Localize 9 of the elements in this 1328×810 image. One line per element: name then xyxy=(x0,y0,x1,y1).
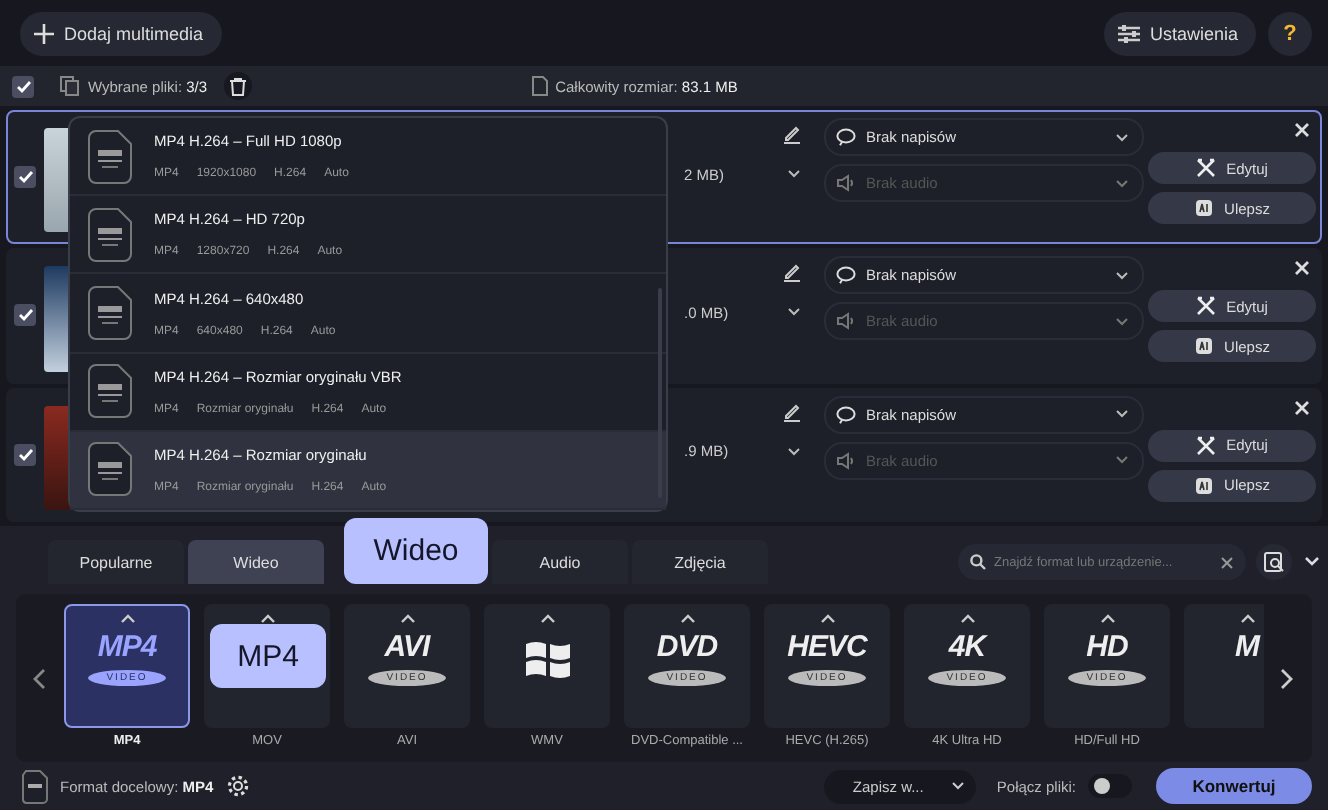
format-logo-text: HEVC xyxy=(787,630,867,664)
format-logo-text: M xyxy=(1235,630,1259,664)
callout-tooltip: Wideo xyxy=(344,518,488,584)
callout-tooltip: MP4 xyxy=(210,624,326,688)
format-logo-text: AVI xyxy=(384,630,430,664)
format-logo-text: MP4 xyxy=(97,630,157,664)
format-logo-text: 4K xyxy=(948,630,986,664)
format-logo-text: DVD xyxy=(656,630,718,664)
format-logo-text: HD xyxy=(1086,630,1128,664)
